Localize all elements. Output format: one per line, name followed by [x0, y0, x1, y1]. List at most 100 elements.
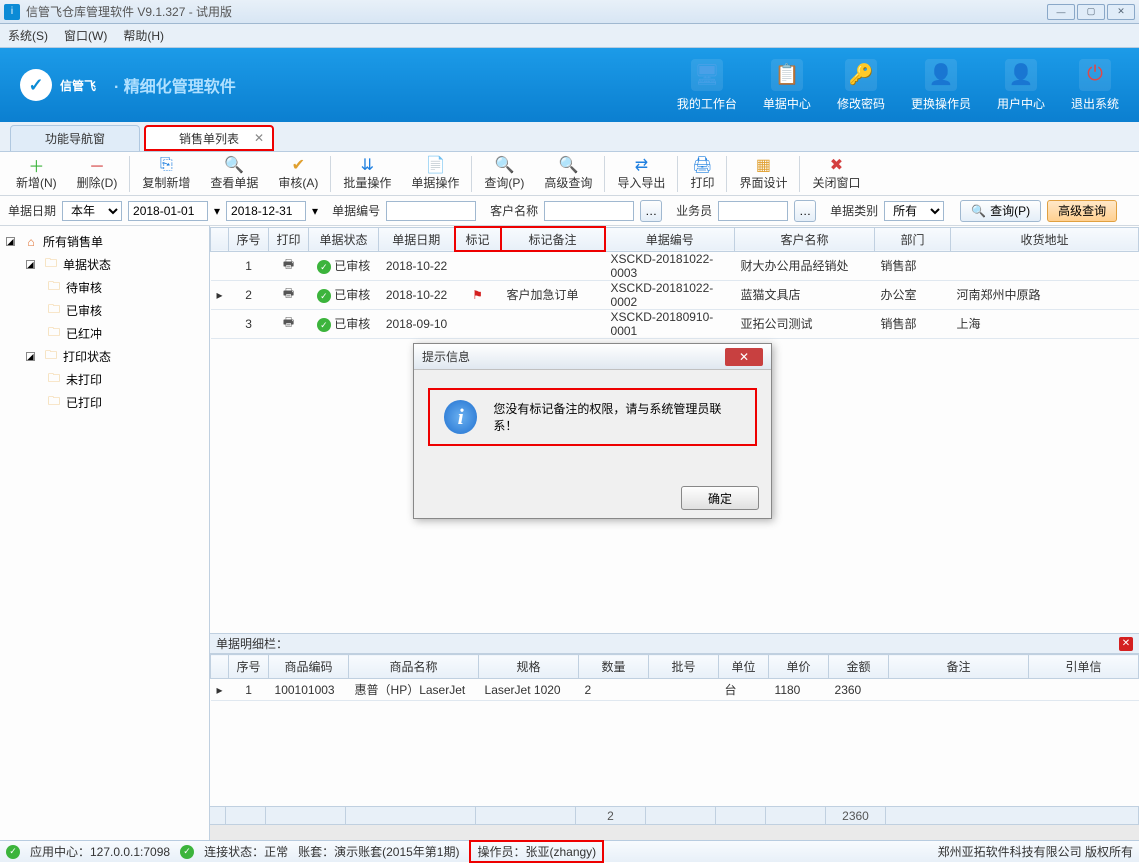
banner-icon: 🔑	[845, 59, 877, 91]
customer-lookup-button[interactable]: …	[640, 200, 662, 222]
tool-icon: ▦	[756, 156, 771, 174]
col-print[interactable]: 打印	[269, 227, 309, 251]
tool-0[interactable]: ＋新增(N)	[6, 153, 67, 195]
col-status[interactable]: 单据状态	[309, 227, 379, 251]
banner-btn-4[interactable]: 👤用户中心	[997, 59, 1045, 112]
tool-7[interactable]: 🔍查询(P)	[474, 153, 534, 195]
tool-5[interactable]: ⇊批量操作	[333, 153, 401, 195]
table-row[interactable]: 1 🖶 ✓ 已审核 2018-10-22 XSCKD-20181022-0003…	[211, 251, 1139, 280]
detail-row[interactable]: ▸ 1 100101003 惠普（HP）LaserJet LaserJet 10…	[211, 679, 1139, 701]
approved-icon: ✓	[317, 260, 331, 274]
col-customer[interactable]: 客户名称	[735, 227, 875, 251]
app-icon: i	[4, 4, 20, 20]
banner-btn-0[interactable]: 🖥我的工作台	[677, 59, 737, 112]
customer-input[interactable]	[544, 201, 634, 221]
tool-3[interactable]: 🔍查看单据	[200, 153, 268, 195]
menu-window[interactable]: 窗口(W)	[64, 27, 107, 44]
col-flag-remark[interactable]: 标记备注	[501, 227, 605, 251]
tab-close-icon[interactable]: ✕	[254, 131, 264, 145]
salesperson-input[interactable]	[718, 201, 788, 221]
date-from-input[interactable]	[128, 201, 208, 221]
salesperson-lookup-button[interactable]: …	[794, 200, 816, 222]
toolbar: ＋新增(N)－删除(D)⎘复制新增🔍查看单据✔审核(A)⇊批量操作📄单据操作🔍查…	[0, 152, 1139, 196]
table-row[interactable]: 3 🖶 ✓ 已审核 2018-09-10 XSCKD-20180910-0001…	[211, 309, 1139, 338]
tool-6[interactable]: 📄单据操作	[401, 153, 469, 195]
banner-btn-2[interactable]: 🔑修改密码	[837, 59, 885, 112]
dialog-titlebar[interactable]: 提示信息 ✕	[414, 344, 771, 370]
col-addr[interactable]: 收货地址	[951, 227, 1139, 251]
folder-icon: 🗀	[46, 327, 62, 341]
tool-9[interactable]: ⇄导入导出	[607, 153, 675, 195]
tabstrip: 功能导航窗 销售单列表 ✕	[0, 122, 1139, 152]
banner-icon: ⏻	[1079, 59, 1111, 91]
tool-icon: －	[89, 156, 105, 174]
tree-item-pending[interactable]: 🗀待审核	[0, 276, 209, 299]
banner-btn-3[interactable]: 👤更换操作员	[911, 59, 971, 112]
status-copyright: 郑州亚拓软件科技有限公司 版权所有	[938, 843, 1133, 860]
tab-nav[interactable]: 功能导航窗	[10, 125, 140, 151]
detail-close-icon[interactable]: ✕	[1119, 637, 1133, 651]
tree-item-printed[interactable]: 🗀已打印	[0, 391, 209, 414]
banner-icon: 🖥	[691, 59, 723, 91]
folder-icon: 🗀	[46, 373, 62, 387]
horizontal-scrollbar[interactable]	[210, 824, 1139, 840]
folder-icon: 🗀	[46, 281, 62, 295]
printer-icon: 🖶	[283, 315, 294, 329]
type-select[interactable]: 所有	[884, 201, 944, 221]
tool-12[interactable]: ✖关闭窗口	[802, 153, 870, 195]
tab-sales-list[interactable]: 销售单列表 ✕	[144, 125, 274, 151]
query-button[interactable]: 🔍查询(P)	[960, 200, 1041, 222]
banner-icon: 👤	[1005, 59, 1037, 91]
col-date[interactable]: 单据日期	[379, 227, 455, 251]
dialog-ok-button[interactable]: 确定	[681, 486, 759, 510]
tool-11[interactable]: ▦界面设计	[729, 153, 797, 195]
col-dept[interactable]: 部门	[875, 227, 951, 251]
maximize-button[interactable]: ▢	[1077, 4, 1105, 20]
menu-system[interactable]: 系统(S)	[8, 27, 48, 44]
sidebar-tree: ◢⌂所有销售单 ◢🗀单据状态 🗀待审核 🗀已审核 🗀已红冲 ◢🗀打印状态 🗀未打…	[0, 226, 210, 840]
col-seq[interactable]: 序号	[229, 227, 269, 251]
banner-icon: 👤	[925, 59, 957, 91]
minimize-button[interactable]: —	[1047, 4, 1075, 20]
menubar: 系统(S) 窗口(W) 帮助(H)	[0, 24, 1139, 48]
dialog-close-button[interactable]: ✕	[725, 348, 763, 366]
label-customer: 客户名称	[490, 202, 538, 219]
banner-btn-1[interactable]: 📋单据中心	[763, 59, 811, 112]
tool-1[interactable]: －删除(D)	[67, 153, 128, 195]
adv-query-button[interactable]: 高级查询	[1047, 200, 1117, 222]
banner-logo: ✓ 信管飞 · 精细化管理软件	[20, 69, 236, 101]
message-dialog: 提示信息 ✕ i 您没有标记备注的权限，请与系统管理员联系！ 确定	[413, 343, 772, 519]
tool-8[interactable]: 🔍高级查询	[534, 153, 602, 195]
status-ok-icon: ✓	[180, 845, 194, 859]
label-date: 单据日期	[8, 202, 56, 219]
date-range-select[interactable]: 本年	[62, 201, 122, 221]
label-type: 单据类别	[830, 202, 878, 219]
folder-icon: 🗀	[43, 350, 59, 364]
close-button[interactable]: ✕	[1107, 4, 1135, 20]
label-salesperson: 业务员	[676, 202, 712, 219]
col-flag[interactable]: 标记	[455, 227, 501, 251]
tool-icon: 🔍	[558, 156, 578, 174]
logo-subtitle: · 精细化管理软件	[114, 73, 236, 97]
detail-grid[interactable]: 序号 商品编码 商品名称 规格 数量 批号 单位 单价 金额 备注 引单信 ▸ …	[210, 654, 1139, 806]
col-docno[interactable]: 单据编号	[605, 227, 735, 251]
status-ok-icon: ✓	[6, 845, 20, 859]
approved-icon: ✓	[317, 318, 331, 332]
banner-btn-5[interactable]: ⏻退出系统	[1071, 59, 1119, 112]
tree-root[interactable]: ◢⌂所有销售单	[0, 230, 209, 253]
date-to-input[interactable]	[226, 201, 306, 221]
tree-item-unprinted[interactable]: 🗀未打印	[0, 368, 209, 391]
docno-input[interactable]	[386, 201, 476, 221]
tree-item-approved[interactable]: 🗀已审核	[0, 299, 209, 322]
table-row[interactable]: ▸ 2 🖶 ✓ 已审核 2018-10-22 ⚑ 客户加急订单 XSCKD-20…	[211, 280, 1139, 309]
info-icon: i	[444, 400, 477, 434]
tree-item-voided[interactable]: 🗀已红冲	[0, 322, 209, 345]
tool-4[interactable]: ✔审核(A)	[268, 153, 328, 195]
tool-2[interactable]: ⎘复制新增	[132, 153, 200, 195]
tree-print-group[interactable]: ◢🗀打印状态	[0, 345, 209, 368]
menu-help[interactable]: 帮助(H)	[123, 27, 164, 44]
tool-10[interactable]: 🖨打印	[680, 153, 724, 195]
status-app-center: 应用中心：127.0.0.1:7098	[30, 843, 170, 860]
logo-text: 信管飞	[60, 77, 96, 94]
tree-status-group[interactable]: ◢🗀单据状态	[0, 253, 209, 276]
